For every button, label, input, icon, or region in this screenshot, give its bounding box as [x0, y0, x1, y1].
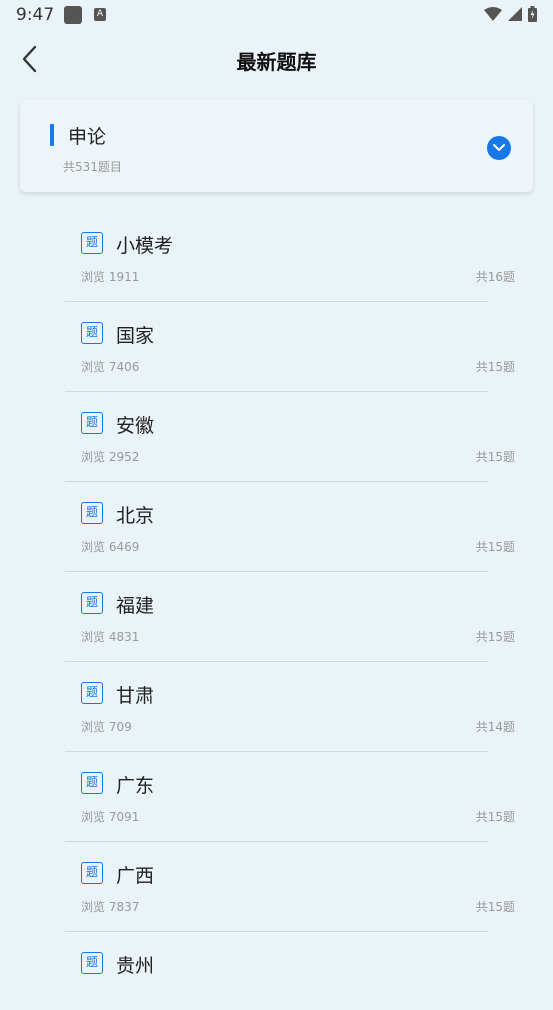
question-tag-icon: 题 [81, 592, 103, 614]
item-views: 浏览 7406 [81, 360, 140, 374]
list-item[interactable]: 题 北京 浏览 6469 共15题 [0, 470, 553, 572]
item-count: 共14题 [475, 720, 515, 734]
question-tag-icon: 题 [81, 322, 103, 344]
category-card[interactable]: 申论 共531题目 [20, 100, 533, 192]
wifi-icon [484, 7, 502, 21]
item-count: 共15题 [475, 360, 515, 374]
item-title: 国家 [116, 325, 155, 347]
question-tag-icon: 题 [81, 412, 103, 434]
question-tag-icon: 题 [81, 682, 103, 704]
list-item[interactable]: 题 安徽 浏览 2952 共15题 [0, 380, 553, 482]
item-count: 共16题 [475, 270, 515, 284]
question-tag-icon: 题 [81, 862, 103, 884]
list-item[interactable]: 题 国家 浏览 7406 共15题 [0, 290, 553, 392]
expand-button[interactable] [487, 136, 511, 160]
question-tag-icon: 题 [81, 952, 103, 974]
item-count: 共15题 [475, 810, 515, 824]
item-title: 福建 [116, 595, 155, 617]
item-count: 共15题 [475, 540, 515, 554]
app-header: 最新题库 [0, 32, 553, 88]
item-title: 广西 [116, 865, 155, 887]
list-item[interactable]: 题 贵州 [0, 920, 553, 1010]
list-item[interactable]: 题 甘肃 浏览 709 共14题 [0, 650, 553, 752]
item-views: 浏览 7837 [81, 900, 140, 914]
item-title: 安徽 [116, 415, 155, 437]
list-item[interactable]: 题 福建 浏览 4831 共15题 [0, 560, 553, 662]
item-title: 北京 [116, 505, 155, 527]
item-views: 浏览 1911 [81, 270, 140, 284]
item-count: 共15题 [475, 900, 515, 914]
question-tag-icon: 题 [81, 772, 103, 794]
list-item[interactable]: 题 小模考 浏览 1911 共16题 [0, 200, 553, 302]
item-views: 浏览 6469 [81, 540, 140, 554]
item-views: 浏览 709 [81, 720, 132, 734]
question-bank-list: 题 小模考 浏览 1911 共16题 题 国家 浏览 7406 共15题 题 安… [0, 200, 553, 1010]
status-bar: 9:47 A [0, 0, 553, 32]
status-icons [484, 6, 537, 22]
status-time: 9:47 [16, 5, 55, 25]
item-title: 贵州 [116, 955, 155, 977]
item-title: 甘肃 [116, 685, 155, 707]
item-views: 浏览 4831 [81, 630, 140, 644]
item-title: 广东 [116, 775, 155, 797]
item-count: 共15题 [475, 450, 515, 464]
category-accent-bar [50, 124, 54, 146]
keyboard-notification-icon: A [94, 8, 106, 21]
page-title: 最新题库 [236, 50, 317, 74]
category-count: 共531题目 [63, 160, 122, 174]
item-views: 浏览 7091 [81, 810, 140, 824]
list-item[interactable]: 题 广西 浏览 7837 共15题 [0, 830, 553, 932]
item-title: 小模考 [116, 235, 174, 257]
item-count: 共15题 [475, 630, 515, 644]
app-notification-icon [64, 6, 82, 24]
signal-icon [508, 7, 522, 21]
battery-icon [528, 6, 537, 22]
question-tag-icon: 题 [81, 232, 103, 254]
list-item[interactable]: 题 广东 浏览 7091 共15题 [0, 740, 553, 842]
chevron-down-icon [493, 144, 505, 151]
item-views: 浏览 2952 [81, 450, 140, 464]
category-title: 申论 [68, 126, 107, 148]
question-tag-icon: 题 [81, 502, 103, 524]
